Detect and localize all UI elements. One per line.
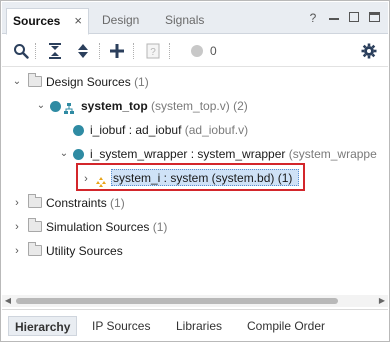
highlight-box: [76, 163, 305, 191]
status-dot-icon: [188, 42, 206, 60]
tab-ip-sources[interactable]: IP Sources: [86, 316, 156, 336]
maximize-icon[interactable]: [369, 12, 380, 22]
design-sources-label-group: Design Sources (1): [46, 71, 149, 93]
bottom-tab-bar: Hierarchy IP Sources Libraries Compile O…: [2, 309, 388, 341]
toolbar-divider: [99, 43, 100, 59]
tree-row-simulation-sources[interactable]: › Simulation Sources (1): [2, 216, 388, 238]
simulation-sources-label-group: Simulation Sources (1): [46, 216, 167, 238]
constraints-label: Constraints: [46, 196, 107, 210]
tree-row-system-top[interactable]: ⌄ system_top (system_top.v) (2): [2, 95, 388, 117]
settings-icon[interactable]: [360, 42, 378, 60]
toolbar-divider: [35, 43, 36, 59]
system-top-label-group: system_top (system_top.v) (2): [81, 95, 248, 117]
tab-sources[interactable]: Sources ×: [6, 8, 89, 35]
simulation-sources-label: Simulation Sources: [46, 220, 150, 234]
search-icon[interactable]: [12, 42, 30, 60]
status-count: 0: [210, 44, 217, 58]
close-icon[interactable]: ×: [74, 13, 82, 28]
tree-row-constraints[interactable]: › Constraints (1): [2, 192, 388, 214]
i-system-wrapper-detail: (system_wrappe: [288, 147, 377, 161]
i-system-wrapper-name: i_system_wrapper : system_wrapper: [90, 147, 286, 161]
scroll-left-icon[interactable]: ◀: [2, 295, 14, 307]
tree-row-i-system-wrapper[interactable]: ⌄ i_system_wrapper : system_wrapper (sys…: [2, 143, 388, 165]
tab-sources-label: Sources: [13, 14, 61, 28]
simulation-sources-count: (1): [152, 220, 168, 234]
tab-bar: Sources × Design Signals ?: [2, 2, 388, 35]
tree-row-utility-sources[interactable]: › Utility Sources: [2, 240, 388, 262]
hierarchy-icon: [64, 100, 74, 114]
chevron-right-icon[interactable]: ›: [12, 240, 22, 262]
chevron-down-icon[interactable]: ⌄: [59, 143, 69, 165]
utility-sources-label: Utility Sources: [46, 244, 123, 258]
system-top-detail: (system_top.v) (2): [151, 99, 248, 113]
restore-icon[interactable]: [349, 12, 359, 22]
horizontal-scrollbar[interactable]: ◀ ▶: [2, 295, 388, 307]
module-icon: [73, 149, 84, 160]
scroll-right-icon[interactable]: ▶: [376, 295, 388, 307]
tab-design-label: Design: [102, 13, 140, 27]
tab-signals[interactable]: Signals: [159, 8, 210, 34]
tab-compile-order[interactable]: Compile Order: [241, 316, 331, 336]
system-top-name: system_top: [81, 99, 148, 113]
i-system-wrapper-label-group: i_system_wrapper : system_wrapper (syste…: [90, 143, 377, 165]
folder-icon: [28, 242, 42, 256]
svg-text:?: ?: [150, 47, 156, 58]
i-iobuf-label-group: i_iobuf : ad_iobuf (ad_iobuf.v): [90, 119, 248, 141]
expand-all-icon[interactable]: [74, 42, 92, 60]
chevron-right-icon[interactable]: ›: [12, 192, 22, 214]
toolbar-divider: [133, 43, 134, 59]
design-sources-count: (1): [134, 75, 149, 89]
tree-row-i-iobuf[interactable]: i_iobuf : ad_iobuf (ad_iobuf.v): [2, 119, 388, 141]
window-controls: ?: [307, 11, 380, 25]
tab-signals-label: Signals: [165, 13, 205, 27]
collapse-all-icon[interactable]: [46, 42, 64, 60]
toolbar-divider: [169, 43, 170, 59]
folder-icon: [28, 218, 42, 232]
minimize-icon[interactable]: [329, 11, 339, 20]
tab-design[interactable]: Design: [96, 8, 145, 34]
properties-icon[interactable]: ?: [144, 42, 162, 60]
chevron-down-icon[interactable]: ⌄: [12, 71, 22, 93]
module-icon: [73, 125, 84, 136]
chevron-right-icon[interactable]: ›: [12, 216, 22, 238]
tab-libraries[interactable]: Libraries: [170, 316, 228, 336]
add-icon[interactable]: [108, 42, 126, 60]
chevron-down-icon[interactable]: ⌄: [36, 95, 46, 117]
folder-icon: [28, 73, 42, 87]
sources-panel: Sources × Design Signals ? ? 0 ⌄ Design …: [0, 0, 390, 342]
folder-icon: [28, 194, 42, 208]
i-iobuf-name: i_iobuf : ad_iobuf: [90, 123, 182, 137]
module-icon: [50, 101, 61, 112]
constraints-count: (1): [110, 196, 125, 210]
constraints-label-group: Constraints (1): [46, 192, 125, 214]
i-iobuf-detail: (ad_iobuf.v): [184, 123, 249, 137]
tree-row-design-sources[interactable]: ⌄ Design Sources (1): [2, 71, 388, 93]
help-icon[interactable]: ?: [307, 11, 319, 25]
design-sources-label: Design Sources: [46, 75, 131, 89]
tab-hierarchy[interactable]: Hierarchy: [8, 316, 78, 336]
toolbar: ? 0: [2, 35, 388, 67]
scrollbar-thumb[interactable]: [16, 298, 338, 304]
